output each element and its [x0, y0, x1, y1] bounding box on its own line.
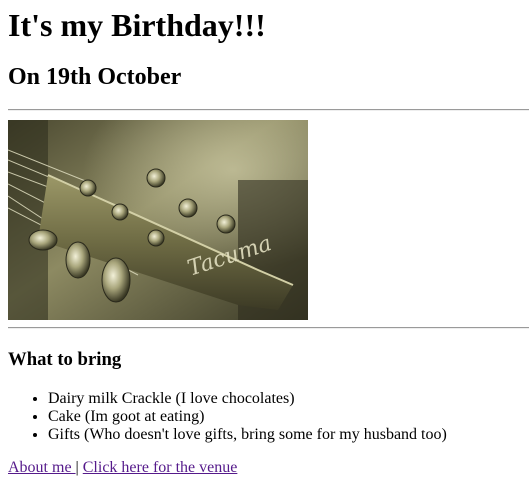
divider-bottom — [8, 327, 529, 329]
guitar-photo: Tacuma — [8, 120, 308, 320]
event-date: On 19th October — [8, 64, 182, 90]
footer-links: About me | Click here for the venue — [8, 459, 237, 477]
page-title: It's my Birthday!!! — [8, 7, 266, 43]
divider-top — [8, 109, 529, 111]
list-item: Cake (Im goot at eating) — [48, 408, 447, 426]
bring-heading: What to bring — [8, 349, 122, 370]
bring-list: Dairy milk Crackle (I love chocolates) C… — [8, 390, 447, 444]
link-separator: | — [75, 459, 79, 476]
venue-link[interactable]: Click here for the venue — [83, 459, 238, 476]
list-item: Dairy milk Crackle (I love chocolates) — [48, 390, 447, 408]
list-item: Gifts (Who doesn't love gifts, bring som… — [48, 426, 447, 444]
about-me-link[interactable]: About me — [8, 459, 76, 476]
